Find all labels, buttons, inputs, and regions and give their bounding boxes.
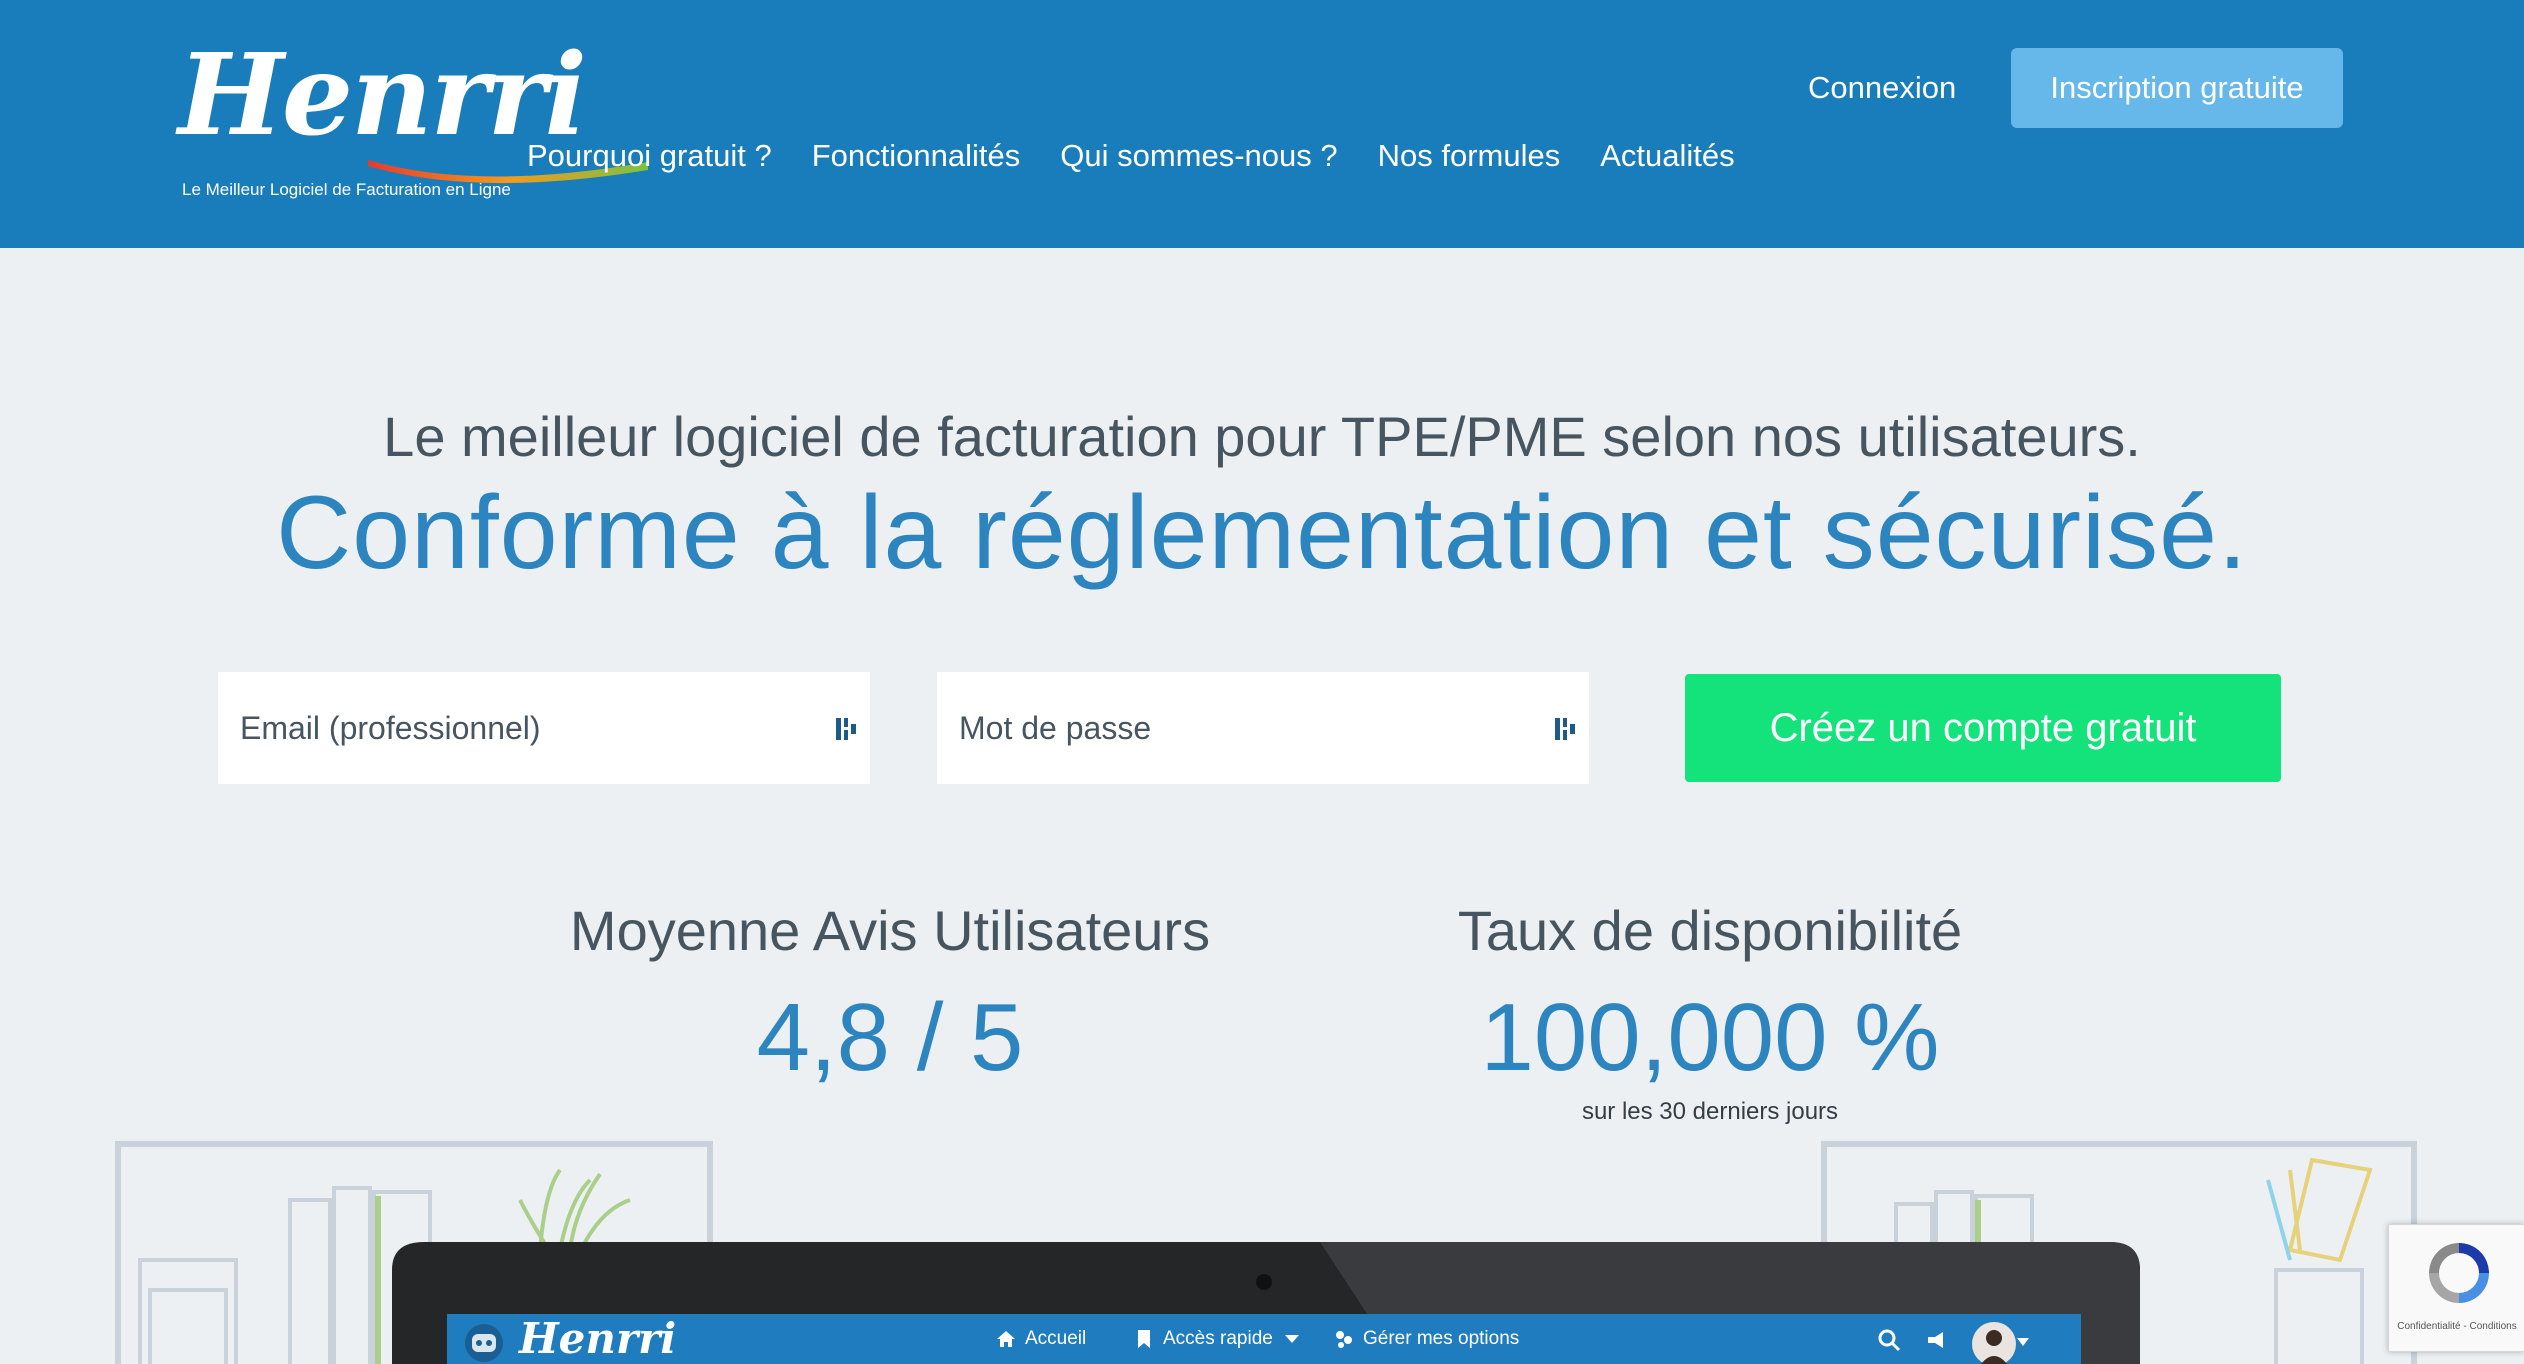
nav-features[interactable]: Fonctionnalités (812, 138, 1021, 174)
app-nav-quick-access[interactable]: Accès rapide (1133, 1328, 1303, 1350)
chevron-down-icon (1284, 1335, 1299, 1343)
recaptcha-icon (2429, 1243, 2489, 1303)
uptime-note: sur les 30 derniers jours (1581, 1098, 1839, 1125)
henrri-logo[interactable]: Henrri Le Meilleur Logiciel de Facturati… (178, 40, 648, 205)
bookmark-icon (1138, 1330, 1150, 1348)
app-preview-screen: Henrri Accueil Accès rapide Gérer mes op… (447, 1314, 2081, 1364)
rating-value: 4,8 / 5 (756, 984, 1024, 1091)
site-header: Henrri Le Meilleur Logiciel de Facturati… (0, 0, 2524, 248)
password-manager-icon[interactable] (834, 716, 860, 742)
app-nav-home-label: Accueil (1025, 1328, 1087, 1349)
create-account-button[interactable]: Créez un compte gratuit (1685, 674, 2281, 782)
nav-why-free[interactable]: Pourquoi gratuit ? (527, 138, 772, 174)
login-link[interactable]: Connexion (1808, 70, 1956, 106)
megaphone-icon[interactable] (1925, 1328, 1949, 1352)
password-input[interactable] (937, 672, 1589, 784)
email-input[interactable] (218, 672, 870, 784)
app-nav-options[interactable]: Gérer mes options (1333, 1328, 1519, 1350)
recaptcha-badge[interactable]: Confidentialité - Conditions (2388, 1224, 2524, 1352)
uptime-stat: Taux de disponibilité 100,000 % (1310, 898, 2110, 1093)
hero-subheadline: Conforme à la réglementation et sécurisé… (276, 475, 2248, 591)
user-rating-stat: Moyenne Avis Utilisateurs 4,8 / 5 (490, 898, 1290, 1093)
nav-news[interactable]: Actualités (1600, 138, 1734, 174)
rating-label: Moyenne Avis Utilisateurs (569, 899, 1211, 962)
email-field-container (218, 672, 870, 784)
avatar[interactable] (1971, 1318, 2031, 1364)
logo-wordmark: Henrri (178, 30, 587, 161)
nav-about-us[interactable]: Qui sommes-nous ? (1060, 138, 1337, 174)
password-manager-icon[interactable] (1553, 716, 1579, 742)
app-logo-wordmark: Henrri (519, 1314, 677, 1363)
app-nav-quick-access-label: Accès rapide (1163, 1328, 1273, 1349)
home-icon (997, 1331, 1015, 1347)
hero-headline: Le meilleur logiciel de facturation pour… (383, 405, 2141, 468)
options-icon (1336, 1331, 1352, 1348)
ruler-icon (2287, 1157, 2373, 1263)
robot-mascot-icon (465, 1324, 503, 1362)
search-icon[interactable] (1877, 1328, 1901, 1352)
app-nav-options-label: Gérer mes options (1363, 1328, 1520, 1349)
uptime-label: Taux de disponibilité (1457, 899, 1963, 962)
password-field-container (937, 672, 1589, 784)
recaptcha-footer[interactable]: Confidentialité - Conditions (2389, 1321, 2524, 1332)
logo-tagline: Le Meilleur Logiciel de Facturation en L… (182, 180, 511, 199)
signup-button[interactable]: Inscription gratuite (2011, 48, 2343, 128)
nav-plans[interactable]: Nos formules (1378, 138, 1561, 174)
books-left-icon (138, 1186, 432, 1364)
main-nav: Pourquoi gratuit ? Fonctionnalités Qui s… (527, 138, 1735, 174)
uptime-value: 100,000 % (1480, 984, 1940, 1091)
app-nav-home[interactable]: Accueil (995, 1328, 1086, 1350)
plant-icon (518, 1168, 631, 1254)
